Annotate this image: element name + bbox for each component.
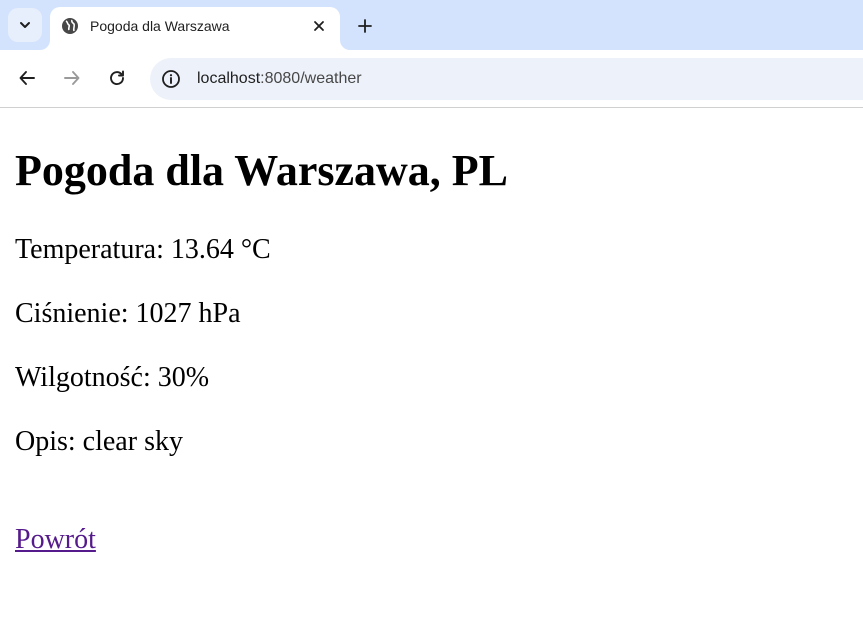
url-path: :8080/weather bbox=[260, 70, 362, 87]
description-text: Opis: clear sky bbox=[15, 426, 183, 457]
back-link[interactable]: Powrót bbox=[15, 524, 96, 556]
site-info-icon[interactable] bbox=[161, 69, 181, 89]
url-text[interactable]: localhost:8080/weather bbox=[197, 70, 362, 88]
chevron-down-icon bbox=[20, 22, 30, 28]
forward-button[interactable] bbox=[59, 65, 85, 91]
browser-toolbar: localhost:8080/weather bbox=[0, 50, 863, 108]
temperature-text: Temperatura: 13.64 °C bbox=[15, 234, 271, 265]
tab-strip: Pogoda dla Warszawa bbox=[0, 0, 863, 50]
new-tab-button[interactable] bbox=[352, 13, 378, 39]
reload-icon bbox=[110, 70, 124, 86]
globe-icon bbox=[62, 18, 78, 34]
tab-search-button[interactable] bbox=[8, 8, 42, 42]
tab-close-button[interactable] bbox=[308, 15, 330, 37]
close-icon bbox=[314, 21, 324, 31]
url-host: localhost bbox=[197, 70, 261, 87]
tab-title: Pogoda dla Warszawa bbox=[90, 18, 230, 34]
active-tab[interactable]: Pogoda dla Warszawa bbox=[50, 7, 340, 50]
humidity-text: Wilgotność: 30% bbox=[15, 362, 210, 393]
reload-button[interactable] bbox=[104, 65, 130, 91]
pressure-text: Ciśnienie: 1027 hPa bbox=[15, 298, 241, 329]
page-title: Pogoda dla Warszawa, PL bbox=[15, 146, 509, 195]
address-bar[interactable]: localhost:8080/weather bbox=[150, 58, 863, 100]
plus-icon bbox=[358, 19, 372, 33]
arrow-right-icon bbox=[64, 71, 80, 85]
page-content: Pogoda dla Warszawa, PL Temperatura: 13.… bbox=[15, 108, 855, 556]
arrow-left-icon bbox=[19, 71, 35, 85]
back-button[interactable] bbox=[14, 65, 40, 91]
